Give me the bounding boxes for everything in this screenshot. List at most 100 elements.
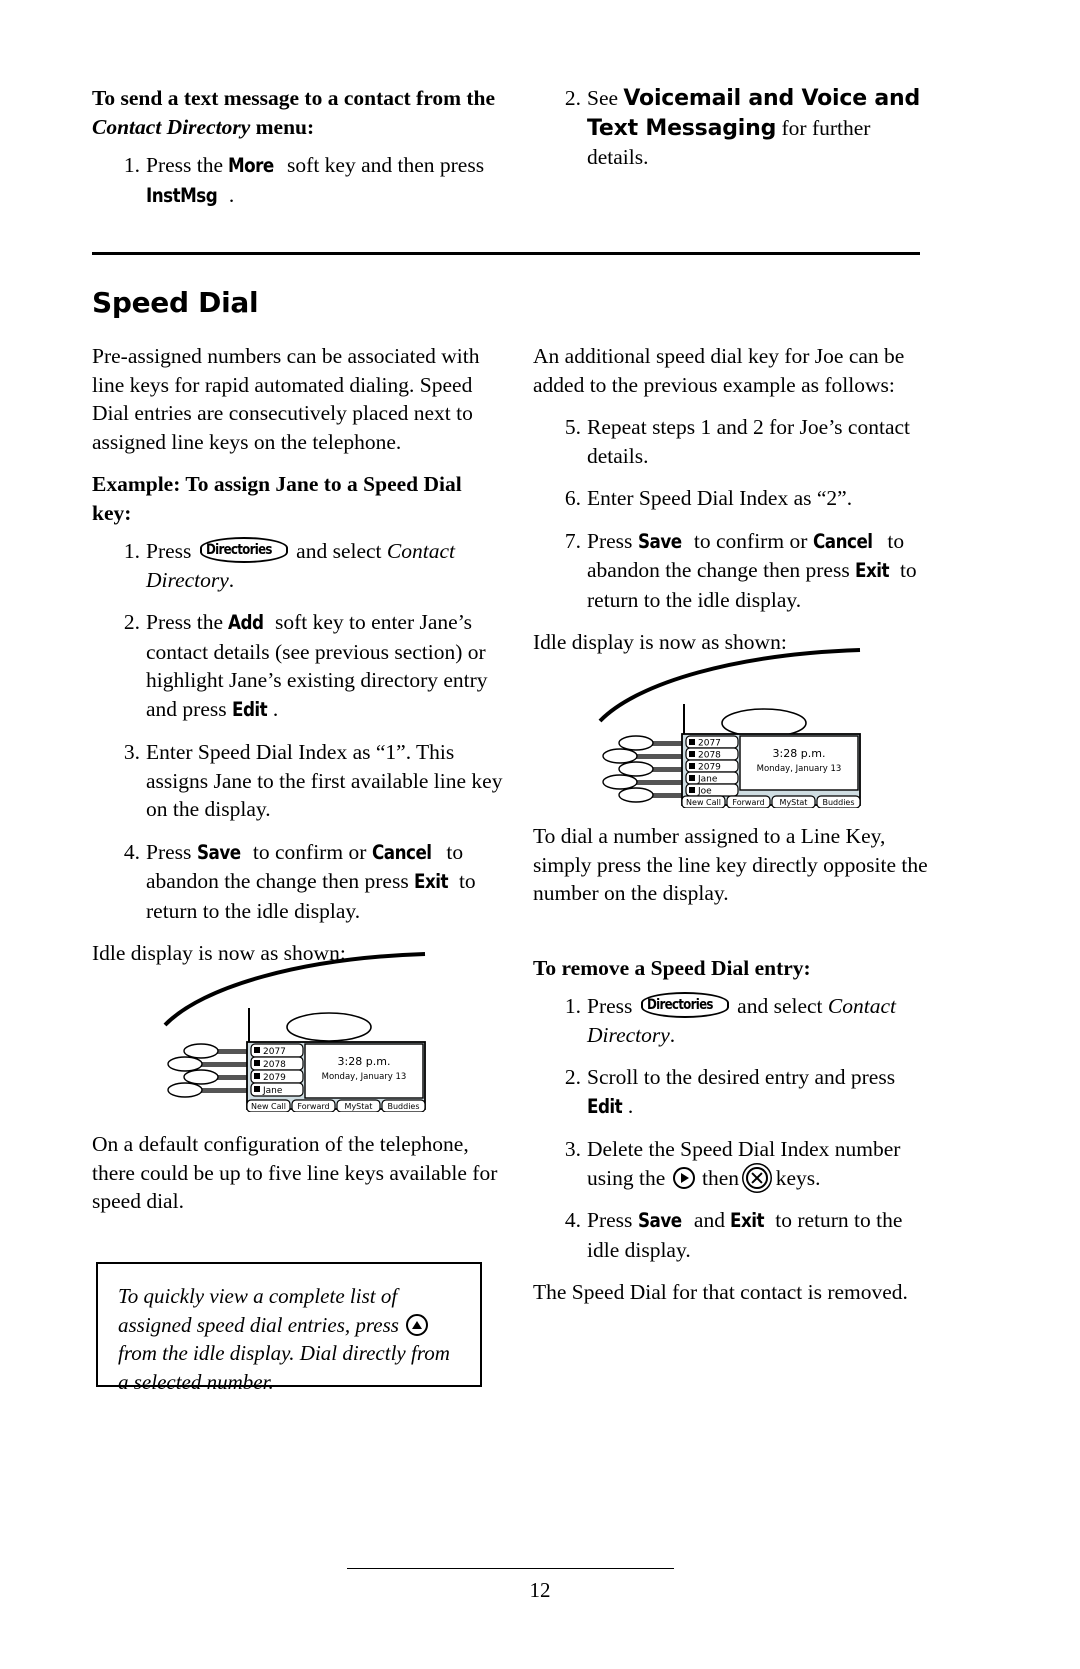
list-number: 2. (564, 86, 581, 110)
up-arrow-key-icon[interactable] (406, 1313, 429, 1336)
page-number: 12 (529, 1578, 551, 1602)
left-column-body: Pre-assigned numbers can be associated w… (92, 342, 506, 976)
directories-hardkey-icon[interactable]: Directories (640, 992, 729, 1018)
footer-divider-rule (347, 1568, 674, 1569)
step-text: . (669, 1022, 676, 1047)
svg-text:MyStat: MyStat (345, 1102, 373, 1111)
send-text-message-steps: 1. Press the More soft key and then press… (92, 151, 504, 210)
list-item: 5. Repeat steps 1 and 2 for Joe’s contact… (533, 413, 933, 470)
step-text: Repeat steps 1 and 2 for Joe’s contact d… (587, 415, 911, 468)
right-column-top: 2. See Voicemail and Voice and Text Messa… (533, 84, 933, 234)
right-arrow-key-icon[interactable] (672, 1166, 695, 1189)
list-item: 2. See Voicemail and Voice and Text Messa… (533, 84, 933, 172)
voicemail-reference-steps: 2. See Voicemail and Voice and Text Messa… (533, 84, 933, 172)
softkey-label-edit: Edit (231, 697, 268, 721)
list-number: 5. (564, 415, 581, 439)
example-heading: Example: To assign Jane to a Speed Dial … (92, 472, 462, 525)
softkey-label-save: Save (196, 840, 241, 864)
step-text: . (228, 182, 235, 207)
step-text: Press (587, 1208, 638, 1232)
list-item: 6. Enter Speed Dial Index as “2”. (533, 484, 933, 513)
softkey-label-exit: Exit (414, 870, 449, 893)
step-text: to confirm or (688, 528, 813, 553)
step-text: . (228, 567, 235, 592)
svg-text:2078: 2078 (263, 1060, 286, 1070)
list-item: 3. Enter Speed Dial Index as “1”. This as… (92, 738, 506, 824)
section-divider-rule (92, 252, 920, 255)
svg-text:2077: 2077 (263, 1047, 286, 1057)
softkey-label-save: Save (637, 1209, 682, 1232)
step-text: soft key and then press (281, 153, 485, 177)
list-number: 4. (564, 1208, 581, 1232)
svg-text:Jane: Jane (262, 1086, 283, 1096)
speed-dial-intro-paragraph: Pre-assigned numbers can be associated w… (92, 344, 480, 454)
step-text: Enter Speed Dial Index as “1”. This assi… (146, 740, 503, 821)
svg-text:Buddies: Buddies (822, 798, 854, 807)
directories-hardkey-label: Directories (205, 541, 272, 558)
svg-text:New Call: New Call (251, 1102, 286, 1111)
phone-idle-display-illustration-left: 2077 2078 2079 Jane 3:28 p.m. Monday, Ja… (163, 952, 429, 1112)
list-item: 3. Delete the Speed Dial Index number usi… (533, 1135, 933, 1192)
page-title: Speed Dial (92, 286, 259, 319)
additional-speed-dial-steps: 5. Repeat steps 1 and 2 for Joe’s contact… (533, 413, 933, 614)
svg-text:3:28 p.m.: 3:28 p.m. (773, 747, 826, 760)
tip-note-text: To quickly view a complete list of assig… (118, 1282, 460, 1396)
step-text: then (696, 1165, 745, 1190)
svg-text:Joe: Joe (697, 787, 712, 797)
softkey-label-more: More (228, 154, 275, 177)
step-text: See (587, 86, 624, 110)
additional-speed-dial-paragraph: An additional speed dial key for Joe can… (533, 344, 905, 397)
step-text: Press the (146, 610, 229, 634)
list-number: 1. (564, 994, 581, 1018)
svg-text:Jane: Jane (697, 775, 718, 785)
svg-text:2077: 2077 (698, 739, 721, 749)
svg-text:New Call: New Call (686, 798, 721, 807)
softkey-label-instmsg: InstMsg (146, 183, 218, 207)
speed-dial-removed-paragraph: The Speed Dial for that contact is remov… (533, 1280, 908, 1304)
list-item: 1. Press the More soft key and then press… (92, 151, 504, 210)
list-number: 1. (123, 539, 140, 563)
phone-idle-display-illustration-right: 2077 2078 2079 Jane Joe 3:28 p.m. Monday… (598, 648, 864, 808)
softkey-label-cancel: Cancel (371, 840, 432, 864)
step-text: Scroll to the desired entry and press (587, 1065, 896, 1089)
step-text: Press (146, 839, 197, 864)
heading-part-1: To send a text message to a contact from… (92, 86, 496, 110)
left-column-after-illustration: On a default configuration of the teleph… (92, 1130, 506, 1230)
heading-part-2: menu: (250, 114, 315, 139)
delete-x-key-icon[interactable] (746, 1166, 769, 1189)
step-text: Press (146, 539, 197, 563)
svg-text:Forward: Forward (732, 798, 764, 807)
list-number: 3. (564, 1137, 581, 1161)
svg-text:3:28 p.m.: 3:28 p.m. (338, 1055, 391, 1068)
directories-hardkey-label: Directories (646, 996, 713, 1013)
right-column-lower: To dial a number assigned to a Line Key,… (533, 822, 933, 1321)
step-text: keys. (770, 1165, 821, 1190)
softkey-label-add: Add (228, 611, 264, 634)
svg-text:Forward: Forward (297, 1102, 329, 1111)
list-number: 1. (123, 153, 140, 177)
note-part-2: from the idle display. Dial directly fro… (118, 1341, 450, 1394)
remove-speed-dial-steps: 1. Press Directories and select Contact D… (533, 992, 933, 1264)
softkey-label-save: Save (637, 529, 682, 553)
step-text: and select (731, 994, 828, 1018)
step-text: Press (587, 994, 638, 1018)
step-text: . (272, 696, 279, 721)
tip-note-box: To quickly view a complete list of assig… (96, 1262, 486, 1394)
list-number: 2. (564, 1065, 581, 1089)
directories-hardkey-icon[interactable]: Directories (199, 537, 288, 563)
list-item: 2. Scroll to the desired entry and press … (533, 1063, 933, 1121)
assign-speed-dial-steps: 1. Press Directories and select Contact D… (92, 537, 506, 925)
dial-line-key-paragraph: To dial a number assigned to a Line Key,… (533, 824, 928, 905)
softkey-label-cancel: Cancel (812, 529, 873, 553)
right-column-body: An additional speed dial key for Joe can… (533, 342, 933, 663)
step-text: and (688, 1208, 731, 1232)
svg-text:2079: 2079 (698, 763, 721, 773)
note-part-1: To quickly view a complete list of assig… (118, 1284, 405, 1337)
svg-text:Monday, January 13: Monday, January 13 (322, 1072, 407, 1082)
svg-text:Monday, January 13: Monday, January 13 (757, 764, 842, 774)
list-number: 3. (123, 740, 140, 764)
list-item: 1. Press Directories and select Contact D… (92, 537, 506, 594)
svg-text:2079: 2079 (263, 1073, 286, 1083)
list-item: 4. Press Save and Exit to return to the i… (533, 1206, 933, 1264)
list-item: 2. Press the Add soft key to enter Jane’s… (92, 608, 506, 724)
